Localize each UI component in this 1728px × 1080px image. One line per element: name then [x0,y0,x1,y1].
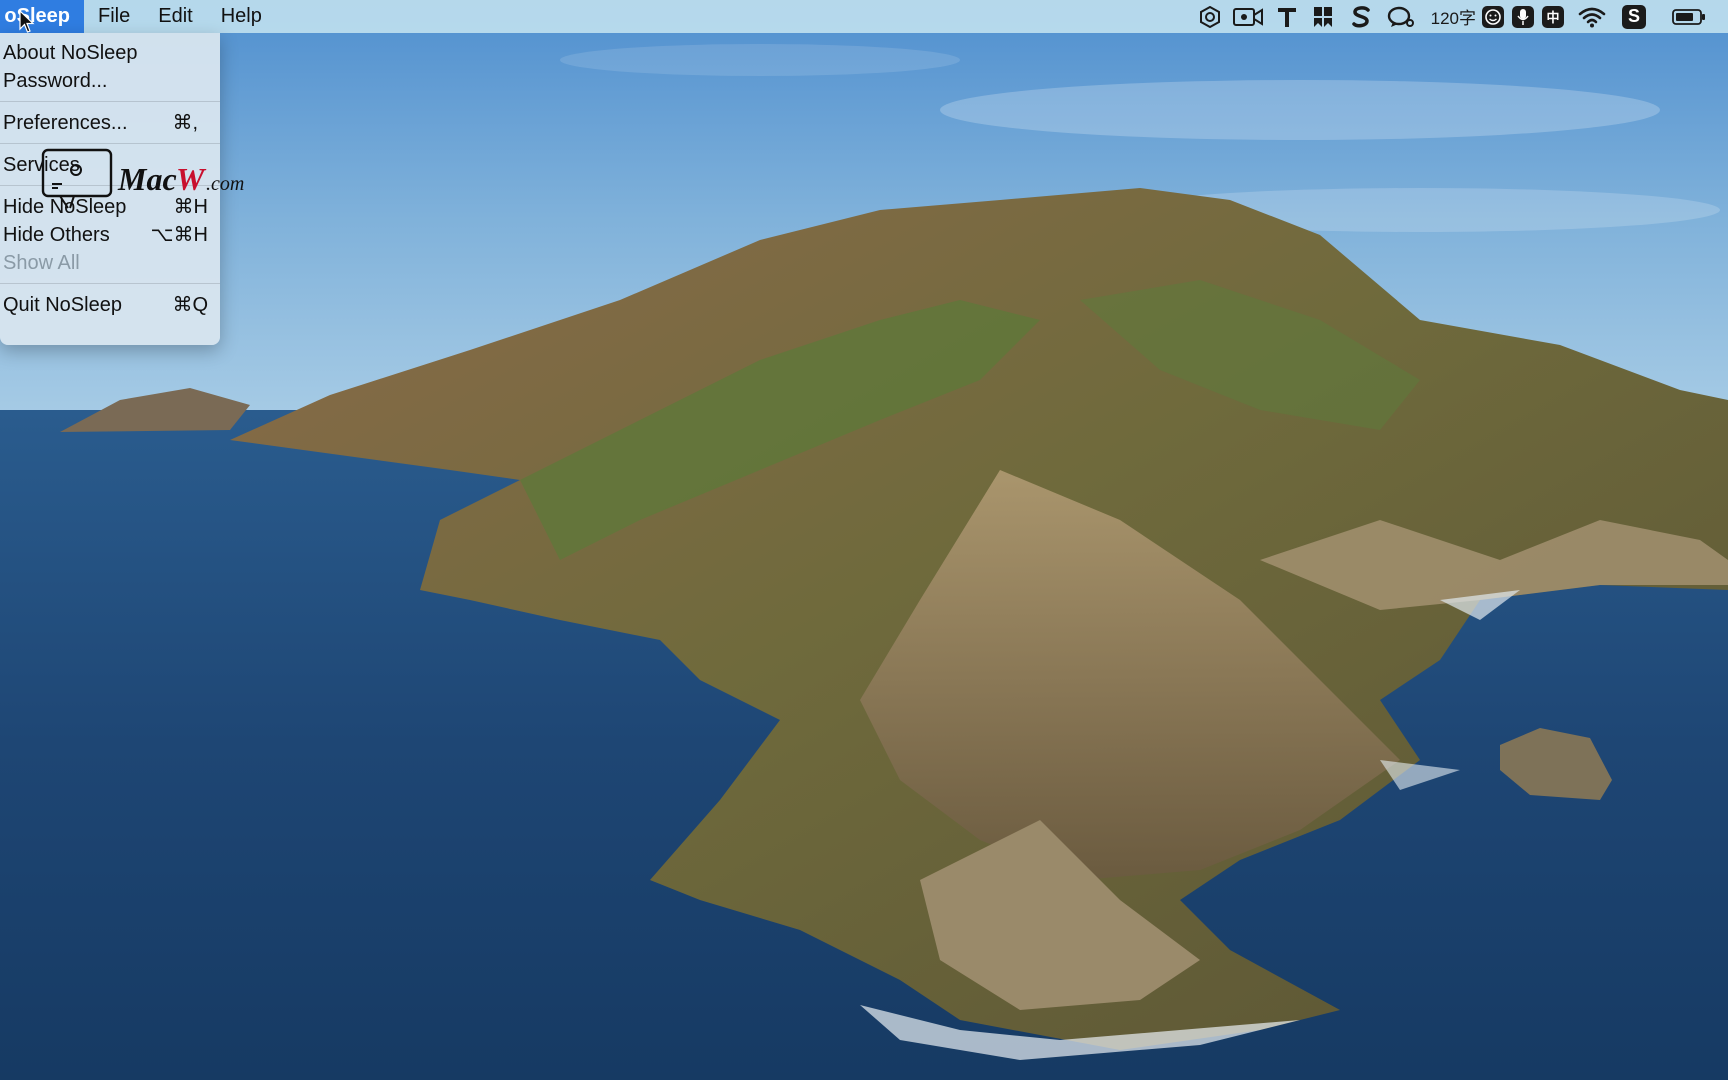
text-t-icon[interactable] [1277,0,1297,33]
s-logo-icon[interactable] [1351,0,1371,33]
menu-item-label: About NoSleep [3,42,138,64]
wifi-icon[interactable] [1578,0,1606,33]
chat-bubble-icon[interactable] [1387,0,1415,33]
svg-text:.com: .com [206,173,244,195]
microphone-icon[interactable] [1512,5,1534,28]
menu-item-show-all: Show All [0,249,220,277]
word-count-indicator[interactable]: 120字 [1431,0,1476,33]
menu-separator [0,143,220,144]
menu-item-hide-others[interactable]: Hide Others ⌥⌘H [0,221,220,249]
menu-item-quit[interactable]: Quit NoSleep ⌘Q [0,291,220,319]
menu-item-shortcut: ⌘, [172,112,198,134]
menu-file-label: File [98,5,131,27]
video-camera-icon[interactable] [1232,0,1263,33]
menu-edit[interactable]: Edit [144,0,206,33]
menu-app-nosleep[interactable]: oSleep [0,0,84,33]
sogou-s-icon[interactable]: S [1622,4,1646,29]
menu-separator [0,101,220,102]
battery-icon[interactable] [1672,0,1706,33]
mouse-cursor-icon [19,10,35,33]
menu-item-label: Quit NoSleep [3,294,122,316]
app-menu-label: oSleep [4,5,70,27]
menu-item-preferences[interactable]: Preferences... ⌘, [0,109,220,137]
menu-item-label: Password... [3,70,108,92]
menu-item-shortcut: ⌥⌘H [150,224,209,246]
menu-item-shortcut: ⌘Q [172,294,208,316]
menu-separator [0,283,220,284]
menu-item-label: Hide Others [3,224,110,246]
svg-text:W: W [176,161,207,197]
desktop-wallpaper [0,0,1728,1080]
menu-file[interactable]: File [84,0,144,33]
menu-item-label: Show All [3,252,80,274]
bookmark-grid-icon[interactable] [1313,0,1333,33]
input-method-icon[interactable]: 中 [1542,5,1564,28]
macw-watermark-logo: Mac W .com [41,148,244,209]
menu-item-label: Preferences... [3,112,128,134]
menu-edit-label: Edit [158,5,193,27]
input-method-label: 中 [1546,10,1560,25]
menu-item-about[interactable]: About NoSleep [0,39,220,67]
menu-item-password[interactable]: Password... [0,67,220,95]
menu-help-label: Help [220,5,262,27]
svg-text:Mac: Mac [117,161,177,197]
status-bar-tray: 120字 中 S [1199,0,1728,33]
word-count-label: 120字 [1430,9,1476,28]
app-hexagon-icon[interactable] [1199,0,1221,33]
menu-bar: oSleep File Edit Help 120字 中 S [0,0,1728,33]
menu-help[interactable]: Help [207,0,276,33]
emoji-face-icon[interactable] [1482,5,1504,28]
